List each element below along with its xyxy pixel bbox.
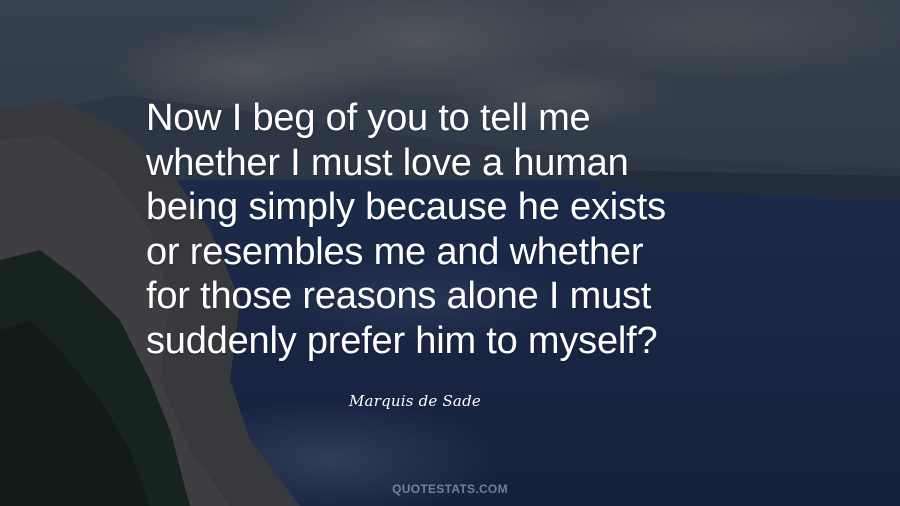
quote-text: Now I beg of you to tell me whether I mu… [146, 96, 846, 363]
quote-line: whether I must love a human [146, 141, 629, 184]
quote-line: Now I beg of you to tell me [146, 97, 591, 139]
quote-line: for those reasons alone I must [146, 275, 652, 317]
quote-line: being simply because he exists [146, 186, 666, 228]
quote-line: or resembles me and whether [146, 230, 644, 273]
quote-author: Marquis de Sade [349, 392, 481, 410]
site-watermark: QUOTESTATS.COM [392, 482, 508, 496]
quote-card: Now I beg of you to tell me whether I mu… [0, 0, 900, 506]
quote-line: suddenly prefer him to myself? [146, 319, 658, 362]
